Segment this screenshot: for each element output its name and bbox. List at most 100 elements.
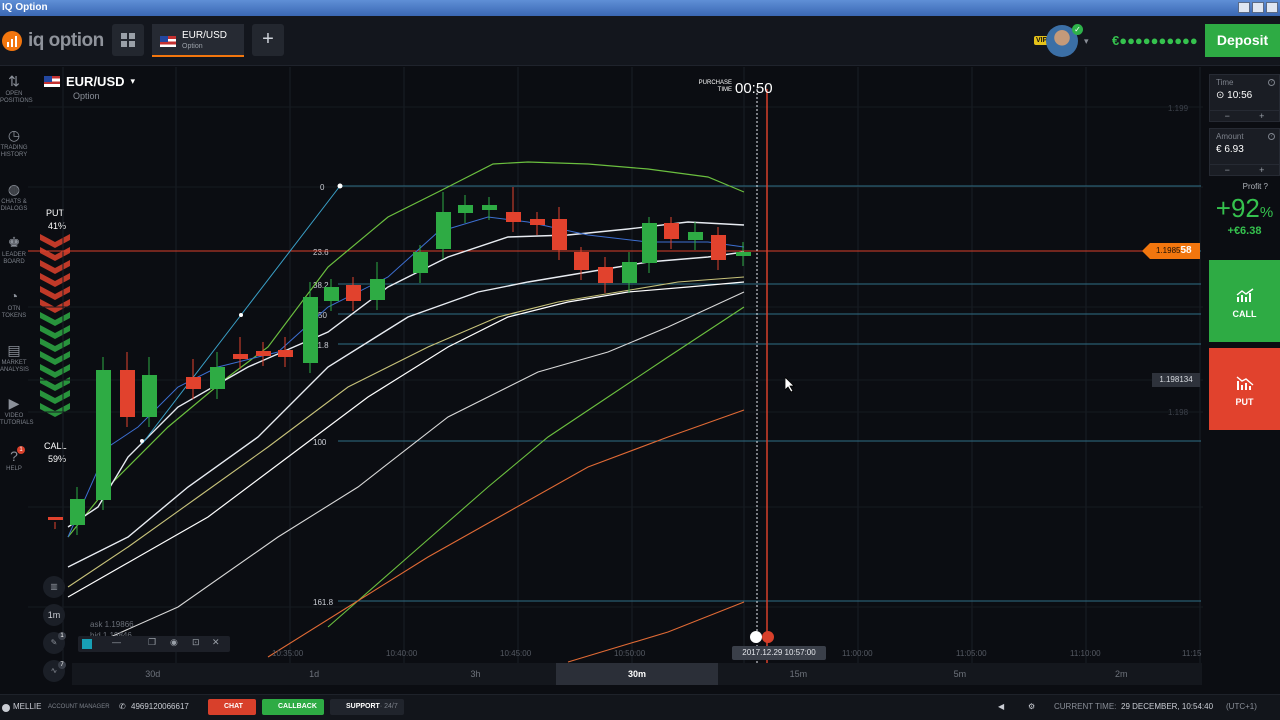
time-help-icon[interactable]: ? — [1268, 79, 1275, 86]
candle — [70, 499, 85, 525]
y-tick: 1.199 — [1168, 104, 1189, 113]
profit-help-icon[interactable]: ? — [1264, 182, 1268, 191]
candle — [622, 262, 637, 283]
gear-icon[interactable]: ⚙ — [1028, 702, 1035, 711]
candle — [120, 370, 135, 417]
time-minus-button[interactable]: − — [1225, 111, 1230, 121]
fib-label: 0 — [320, 183, 325, 192]
left-sidebar: ⇅ OPEN POSITIONS ◷ TRADING HISTORY ◍ CHA… — [0, 67, 34, 695]
add-asset-button[interactable]: + — [252, 24, 284, 56]
fib-label: 100 — [313, 438, 327, 447]
balance-display[interactable]: €●●●●●●●●●● — [1112, 33, 1198, 48]
period-1d[interactable]: 1d — [233, 663, 394, 685]
sidebar-item-leaderboard[interactable]: ♚ LEADER BOARD — [0, 234, 28, 266]
current-price-prefix: 1.1985 — [1156, 246, 1181, 255]
chart-type-icon[interactable]: ▥ — [43, 576, 65, 598]
support-button[interactable]: SUPPORT· 24/7 — [330, 699, 404, 715]
amount-minus-button[interactable]: − — [1225, 165, 1230, 175]
candle — [210, 367, 225, 389]
timeframe-button[interactable]: 1m — [43, 604, 65, 626]
x-tick: 11:10:00 — [1070, 649, 1101, 658]
arrows-updown-icon: ⇅ — [8, 73, 20, 89]
asset-chevron-down-icon: ▾ — [130, 76, 136, 86]
chat-button[interactable]: CHAT — [208, 699, 256, 715]
sidebar-item-video-tutorials[interactable]: ▶ VIDEO TUTORIALS — [0, 395, 34, 427]
period-30m[interactable]: 30m — [556, 663, 718, 685]
drawing-toolbar[interactable]: — ❐ ◉ ⊡ ✕ — [78, 636, 230, 652]
period-3h[interactable]: 3h — [395, 663, 556, 685]
sidebar-item-label: OPEN POSITIONS — [0, 91, 33, 104]
moving-average-long — [87, 291, 745, 648]
lock-icon[interactable]: ⊡ — [192, 637, 200, 648]
x-tick: 11:15 — [1182, 649, 1202, 658]
chart-canvas[interactable]: 023.638.25061.8100161.8 — [28, 67, 1203, 663]
asset-tab-eurusd[interactable]: EUR/USD Option — [152, 24, 244, 57]
period-2m[interactable]: 2m — [1041, 663, 1202, 685]
logo-text: iq option — [28, 30, 104, 51]
mute-icon[interactable]: ◀ — [998, 702, 1004, 711]
sidebar-item-trading-history[interactable]: ◷ TRADING HISTORY — [0, 127, 28, 159]
chart-asset-title[interactable]: EUR/USD ▾ Option — [44, 74, 136, 101]
sidebar-item-label: HELP — [6, 466, 22, 472]
eye-icon[interactable]: ◉ — [170, 637, 178, 648]
profit-label: Profit ? — [1209, 182, 1280, 191]
minimize-button[interactable] — [1238, 2, 1250, 13]
time-box[interactable]: Time ? ⊙ 10:56 − + — [1209, 74, 1280, 122]
period-5m[interactable]: 5m — [879, 663, 1040, 685]
sidebar-item-help[interactable]: ? 1 HELP — [0, 446, 28, 473]
candle — [303, 297, 318, 363]
indicators-badge: 7 — [58, 661, 66, 669]
profit-percent: +92% — [1209, 193, 1280, 224]
user-name[interactable]: MELLIE — [13, 702, 41, 711]
candle — [506, 212, 521, 222]
token-icon: ◔ — [9, 288, 19, 304]
candle — [688, 232, 703, 240]
support-hours: · 24/7 — [379, 703, 398, 710]
period-15m[interactable]: 15m — [718, 663, 879, 685]
callback-button-label: CALLBACK — [278, 703, 317, 710]
color-swatch[interactable] — [82, 639, 92, 649]
y-tick: 1.198 — [1168, 408, 1189, 417]
assets-grid-button[interactable] — [112, 24, 144, 56]
expiry-time-tooltip: 2017.12.29 10:57:00 — [732, 646, 826, 660]
x-tick: 11:00:00 — [842, 649, 873, 658]
call-button[interactable]: CALL — [1209, 260, 1280, 342]
line-style-icon[interactable]: — — [112, 637, 121, 647]
time-plus-button[interactable]: + — [1259, 111, 1264, 121]
amount-input[interactable]: € 6.93 — [1216, 144, 1273, 155]
sidebar-item-label: LEADER BOARD — [1, 252, 26, 265]
amount-help-icon[interactable]: ? — [1268, 133, 1275, 140]
copy-icon[interactable]: ❐ — [148, 637, 156, 648]
deposit-button[interactable]: Deposit — [1205, 24, 1280, 57]
history-icon: ◷ — [7, 127, 21, 143]
play-icon: ▶ — [8, 395, 20, 411]
tools-badge: 1 — [58, 632, 66, 640]
fib-anchor-point — [337, 183, 343, 189]
sidebar-item-label: VIDEO TUTORIALS — [0, 413, 34, 426]
price-chart[interactable]: 0 23.6 38.2 50 61.8 100 161.8 — [28, 67, 1203, 663]
sidebar-item-otn-tokens[interactable]: ◔ OTN TOKENS — [0, 288, 28, 320]
trash-icon[interactable]: ✕ — [212, 637, 220, 648]
candle — [346, 285, 361, 301]
callback-button[interactable]: CALLBACK — [262, 699, 324, 715]
amount-box[interactable]: Amount ? € 6.93 − + — [1209, 128, 1280, 176]
logo[interactable]: iq option — [2, 30, 104, 52]
sidebar-item-chats[interactable]: ◍ CHATS & DIALOGS — [0, 181, 28, 213]
current-time-value: 29 DECEMBER, 10:54:40 — [1121, 702, 1214, 711]
candle — [186, 377, 201, 389]
grid-icon — [121, 33, 135, 47]
sidebar-item-open-positions[interactable]: ⇅ OPEN POSITIONS — [0, 73, 33, 105]
amount-plus-button[interactable]: + — [1259, 165, 1264, 175]
phone-number[interactable]: 4969120066617 — [131, 702, 189, 711]
trade-panel: Time ? ⊙ 10:56 − + Amount ? € 6.93 − + Pro… — [1209, 74, 1280, 237]
candle — [142, 375, 157, 417]
sidebar-item-market-analysis[interactable]: ▤ MARKET ANALYSIS — [0, 342, 29, 374]
account-manager-label: ACCOUNT MANAGER — [48, 704, 110, 710]
maximize-button[interactable] — [1252, 2, 1264, 13]
us-flag-icon — [160, 36, 176, 47]
period-30d[interactable]: 30d — [72, 663, 233, 685]
phone-icon: ✆ — [119, 702, 126, 711]
profile-chevron-down-icon[interactable]: ▾ — [1084, 36, 1089, 47]
put-button[interactable]: PUT — [1209, 348, 1280, 430]
close-button[interactable] — [1266, 2, 1278, 13]
